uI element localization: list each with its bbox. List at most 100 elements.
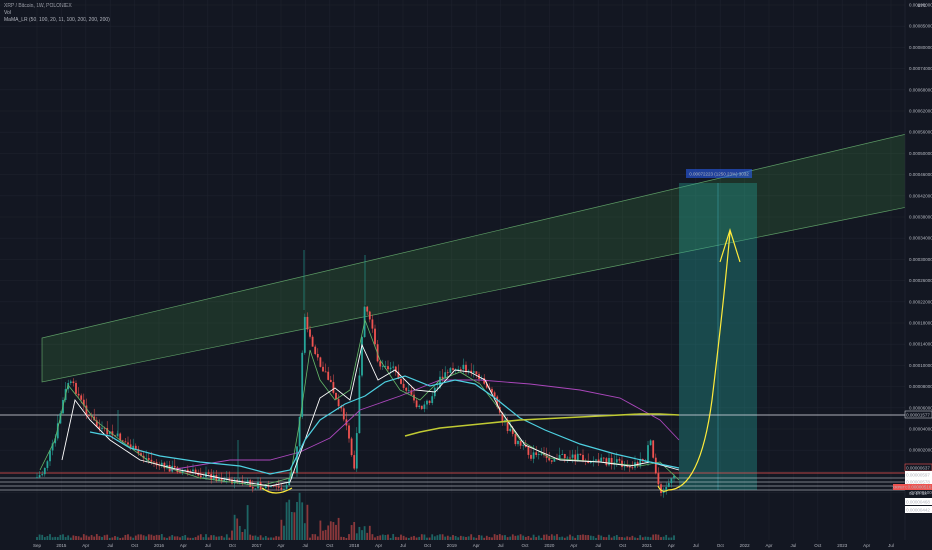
volume-bar: [446, 535, 449, 540]
volume-bar: [108, 537, 111, 540]
volume-bar: [54, 536, 57, 540]
volume-bar: [82, 534, 85, 540]
candle-body: [88, 415, 90, 417]
candle-body: [579, 453, 582, 455]
time-tick-label: 2019: [447, 543, 458, 548]
volume-bar: [285, 502, 288, 540]
candle-body: [283, 488, 285, 490]
candle-body: [457, 369, 460, 370]
candle-body: [366, 306, 369, 312]
candle-body: [527, 447, 530, 455]
volume-bar: [181, 535, 184, 540]
candle-body: [566, 457, 569, 459]
volume-bar: [205, 534, 207, 540]
candle-body: [631, 467, 634, 469]
candle-body: [423, 404, 426, 409]
volume-bar: [327, 525, 330, 540]
volume-bar: [379, 535, 382, 540]
candle-body: [361, 337, 363, 376]
candle-body: [670, 478, 673, 484]
volume-bar: [636, 537, 639, 540]
ma-purple-line: [169, 379, 680, 471]
price-chart[interactable]: 0.00072223 (1250.23%) 3032 Sep 2015 Apr Jul…: [0, 0, 932, 550]
candle-body: [327, 371, 330, 380]
candle-body: [124, 441, 127, 443]
candle-body: [379, 361, 382, 367]
candle-body: [150, 459, 153, 462]
time-tick-label: 2016: [154, 543, 165, 548]
volume-bar: [368, 525, 371, 540]
candle-body: [628, 466, 631, 468]
volume-bar: [660, 537, 662, 540]
candle-body: [576, 453, 579, 461]
volume-bar: [145, 536, 148, 540]
volume-bar: [667, 537, 670, 540]
volume-bar: [452, 535, 454, 540]
candle-body: [654, 457, 657, 474]
volume-bar: [75, 536, 77, 540]
volume-bar: [124, 534, 127, 540]
volume-bar: [168, 536, 171, 540]
ma-olive-line: [404, 413, 680, 437]
volume-bar: [561, 536, 564, 540]
volume-bar: [272, 537, 275, 540]
volume-bar: [80, 537, 83, 540]
volume-bar: [249, 534, 252, 540]
volume-bar: [566, 536, 569, 540]
price-tick-label: 0.00080000: [909, 45, 932, 50]
volume-bar: [228, 537, 231, 540]
volume-bar: [101, 536, 103, 540]
volume-bar: [439, 534, 441, 540]
price-tick-label: 0.00056000: [909, 130, 932, 135]
volume-bar: [189, 537, 192, 540]
volume-bar: [275, 536, 278, 540]
volume-bar: [238, 525, 241, 540]
volume-bar: [212, 535, 215, 540]
time-tick-label: Jul: [791, 543, 797, 548]
candle-body: [251, 487, 254, 489]
candle-body: [387, 366, 389, 370]
candle-body: [407, 390, 410, 392]
volume-bar: [67, 535, 70, 540]
volume-bar: [64, 537, 67, 540]
svg-text:0.00000597: 0.00000597: [906, 473, 930, 478]
candle-body: [493, 392, 496, 397]
volume-bar: [69, 537, 72, 540]
candle-body: [199, 475, 202, 478]
time-tick-label: Oct: [326, 543, 334, 548]
time-tick-label: Apr: [82, 543, 90, 548]
volume-bar: [319, 520, 322, 540]
time-tick-label: Jul: [888, 543, 894, 548]
volume-bar: [501, 535, 504, 540]
time-axis[interactable]: Sep 2015 Apr Jul Oct 2016 Apr Jul Oct 2017 Apr Jul O…: [33, 543, 894, 548]
candle-body: [309, 329, 311, 337]
volume-bar: [397, 537, 400, 540]
candle-body: [561, 454, 564, 455]
candle-body: [649, 440, 652, 446]
candle-body: [602, 457, 605, 459]
volume-bar: [150, 534, 153, 540]
candle-body: [571, 454, 574, 458]
volume-bar: [647, 536, 649, 540]
volume-bar: [600, 535, 603, 540]
volume-bar: [350, 525, 353, 540]
volume-bar: [384, 534, 387, 540]
price-tick-label: 0.00074000: [909, 66, 932, 71]
volume-bar: [589, 535, 592, 540]
volume-bar: [129, 536, 132, 540]
volume-bar: [46, 536, 49, 540]
price-tick-label: 0.00030000: [909, 257, 932, 262]
candle-body: [597, 459, 600, 462]
svg-text:0.00000516: 0.00000516: [908, 485, 932, 490]
volume-bar: [532, 534, 535, 540]
candle-body: [277, 486, 280, 488]
volume-bar: [56, 537, 59, 540]
volume-bar: [459, 535, 462, 540]
volume-bar: [571, 536, 574, 540]
time-tick-label: Apr: [765, 543, 773, 548]
volume-bar: [602, 537, 605, 540]
rising-channel-band[interactable]: [41, 127, 932, 383]
volume-bar: [584, 535, 587, 540]
volume-bar: [605, 537, 608, 540]
volume-bar: [231, 530, 233, 540]
